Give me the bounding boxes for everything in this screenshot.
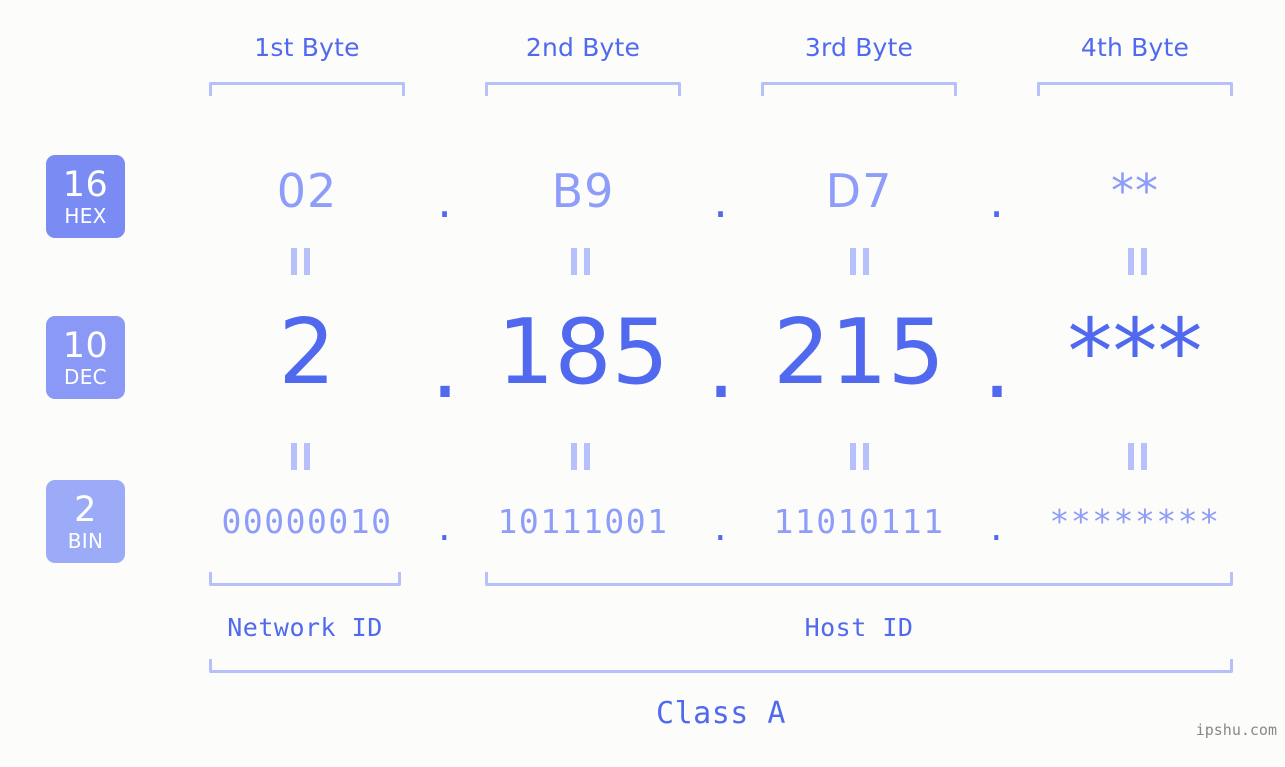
- dec-byte-3: 215: [773, 299, 945, 405]
- hex-separator-2: .: [713, 174, 729, 228]
- bin-byte-1: 00000010: [221, 501, 393, 541]
- dec-byte-2: 185: [497, 299, 669, 405]
- bin-value-row: 00000010 . 10111001 . 11010111 . *******…: [140, 495, 1280, 548]
- hex-byte-1: 02: [276, 164, 338, 218]
- byte-bracket-1: [209, 82, 405, 96]
- equals-connector-dec-bin-1: [291, 443, 310, 470]
- base-badge-hex-number: 16: [62, 164, 109, 205]
- class-label: Class A: [656, 696, 786, 731]
- bin-separator-2: .: [710, 508, 732, 548]
- byte-bracket-3: [761, 82, 957, 96]
- bin-separator-3: .: [986, 508, 1008, 548]
- dec-separator-3: .: [982, 313, 1012, 419]
- equals-connector-dec-bin-4: [1128, 443, 1147, 470]
- dec-separator-2: .: [706, 313, 736, 419]
- base-badge-dec-name: DEC: [64, 364, 107, 389]
- base-badge-hex: 16 HEX: [46, 155, 125, 238]
- base-badge-hex-name: HEX: [64, 203, 107, 228]
- host-id-label: Host ID: [804, 613, 914, 642]
- network-id-label: Network ID: [227, 613, 383, 642]
- network-id-bracket: [209, 572, 401, 586]
- equals-connector-dec-bin-3: [850, 443, 869, 470]
- bin-byte-4: ********: [1049, 501, 1221, 541]
- base-badge-bin: 2 BIN: [46, 480, 125, 563]
- base-badge-bin-name: BIN: [67, 528, 104, 553]
- equals-connector-dec-bin-2: [571, 443, 590, 470]
- ip-address-breakdown-diagram: 1st Byte 2nd Byte 3rd Byte 4th Byte 16 H…: [0, 0, 1285, 767]
- byte-bracket-4: [1037, 82, 1233, 96]
- equals-connector-hex-dec-2: [571, 248, 590, 275]
- dec-byte-4: ***: [1067, 299, 1203, 405]
- dec-byte-1: 2: [278, 299, 336, 405]
- site-watermark: ipshu.com: [1195, 721, 1277, 739]
- byte-header-3: 3rd Byte: [804, 33, 914, 62]
- hex-byte-3: D7: [825, 164, 893, 218]
- base-badge-bin-number: 2: [74, 489, 97, 530]
- byte-bracket-2: [485, 82, 681, 96]
- hex-value-row: 02 . B9 . D7 . **: [140, 152, 1280, 230]
- byte-header-1: 1st Byte: [254, 33, 360, 62]
- class-bracket: [209, 659, 1233, 673]
- equals-connector-hex-dec-1: [291, 248, 310, 275]
- base-badge-dec-number: 10: [62, 325, 109, 366]
- bin-byte-3: 11010111: [773, 501, 945, 541]
- hex-byte-4: **: [1111, 164, 1159, 218]
- equals-connector-hex-dec-4: [1128, 248, 1147, 275]
- byte-header-2: 2nd Byte: [525, 33, 641, 62]
- base-badge-dec: 10 DEC: [46, 316, 125, 399]
- hex-separator-3: .: [989, 174, 1005, 228]
- byte-header-4: 4th Byte: [1080, 33, 1190, 62]
- dec-separator-1: .: [430, 313, 460, 419]
- bin-byte-2: 10111001: [497, 501, 669, 541]
- hex-byte-2: B9: [551, 164, 615, 218]
- bin-separator-1: .: [434, 508, 456, 548]
- equals-connector-hex-dec-3: [850, 248, 869, 275]
- host-id-bracket: [485, 572, 1233, 586]
- hex-separator-1: .: [437, 174, 453, 228]
- dec-value-row: 2 . 185 . 215 . ***: [140, 297, 1280, 419]
